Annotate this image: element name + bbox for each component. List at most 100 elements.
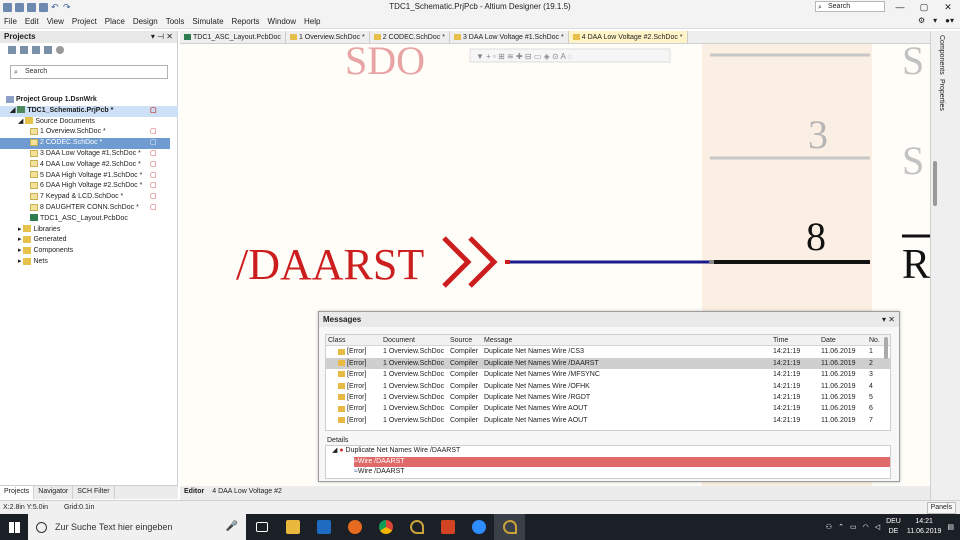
panels-button[interactable]: Panels	[926, 502, 956, 514]
clock[interactable]: 14:21 11.06.2019	[907, 517, 942, 537]
menu-place[interactable]: Place	[105, 17, 125, 26]
project-options-icon[interactable]	[44, 46, 52, 54]
taskbar-altium[interactable]	[401, 514, 432, 540]
tree-item-doc-3[interactable]: 3 DAA Low Voltage #1.SchDoc * ▢	[0, 149, 178, 160]
tree-item-generated[interactable]: ▸ Generated	[0, 235, 178, 246]
tree-item-doc-2[interactable]: 2 CODEC.SchDoc * ▢	[0, 138, 170, 149]
panel-controls[interactable]: ▾ ⊣ ✕	[151, 31, 173, 43]
user-icon[interactable]: ●▾	[945, 16, 954, 25]
taskbar-firefox[interactable]	[339, 514, 370, 540]
col-time[interactable]: Time	[773, 335, 821, 345]
doc-tab-codec[interactable]: 2 CODEC.SchDoc *	[370, 31, 450, 43]
tree-item-source-documents[interactable]: ◢ Source Documents	[0, 117, 178, 128]
open-icon[interactable]	[27, 2, 36, 12]
table-row[interactable]: [Error] 1 Overview.SchDoc Compiler Duplicat…	[326, 392, 890, 403]
taskbar-zoom[interactable]	[463, 514, 494, 540]
save-icon[interactable]	[3, 2, 12, 12]
taskbar-search-input[interactable]: Zur Suche Text hier eingeben 🎤	[28, 514, 246, 540]
language-indicator[interactable]: DEU DE	[886, 517, 901, 537]
save-all-icon[interactable]	[15, 2, 24, 12]
table-row[interactable]: [Error] 1 Overview.SchDoc Compiler Duplicat…	[326, 403, 890, 414]
menu-project[interactable]: Project	[72, 17, 97, 26]
menu-file[interactable]: File	[4, 17, 17, 26]
taskbar-altium-active[interactable]	[494, 514, 525, 540]
tree-item-doc-5[interactable]: 5 DAA High Voltage #1.SchDoc * ▢	[0, 171, 178, 182]
compile-icon[interactable]	[20, 46, 28, 54]
col-message[interactable]: Message	[484, 335, 773, 345]
maximize-button[interactable]: ▢	[912, 0, 936, 14]
tree-item-libraries[interactable]: ▸ Libraries	[0, 225, 178, 236]
menu-view[interactable]: View	[47, 17, 64, 26]
taskbar-chrome[interactable]	[370, 514, 401, 540]
print-icon[interactable]	[39, 2, 48, 12]
wifi-icon[interactable]: ◠	[863, 523, 869, 531]
menu-design[interactable]: Design	[133, 17, 158, 26]
taskbar-powerpoint[interactable]	[432, 514, 463, 540]
tray-chevron-icon[interactable]: ⌃	[838, 523, 844, 531]
details-header[interactable]: ◢ ● Duplicate Net Names Wire /DAARST	[326, 446, 890, 457]
table-row[interactable]: [Error] 1 Overview.SchDoc Compiler Duplicat…	[326, 369, 890, 380]
tab-editor[interactable]: Editor	[180, 486, 208, 500]
tree-item-doc-7[interactable]: 7 Keypad & LCD.SchDoc * ▢	[0, 192, 178, 203]
tree-item-components[interactable]: ▸ Components	[0, 246, 178, 257]
tab-navigator[interactable]: Navigator	[34, 486, 74, 499]
tab-sch-filter[interactable]: SCH Filter	[73, 486, 115, 499]
table-row[interactable]: [Error] 1 Overview.SchDoc Compiler Duplicat…	[326, 357, 890, 370]
bell-icon[interactable]: ▾	[933, 16, 937, 25]
taskbar-explorer[interactable]	[277, 514, 308, 540]
details-item-selected[interactable]: ≈Wire /DAARST	[354, 456, 890, 467]
undo-icon[interactable]: ↶	[51, 2, 60, 12]
tab-projects[interactable]: Projects	[0, 486, 35, 499]
tab-properties-panel[interactable]: Properties	[938, 79, 945, 111]
details-item[interactable]: ≈Wire /DAARST	[354, 467, 890, 478]
taskbar-outlook[interactable]	[308, 514, 339, 540]
menu-edit[interactable]: Edit	[25, 17, 39, 26]
notification-icon[interactable]: ▤	[947, 523, 954, 531]
task-view-button[interactable]	[246, 514, 277, 540]
col-date[interactable]: Date	[821, 335, 869, 345]
menu-tools[interactable]: Tools	[166, 17, 185, 26]
gear-icon[interactable]: ⚙	[918, 16, 925, 25]
doc-tab-overview[interactable]: 1 Overview.SchDoc *	[286, 31, 370, 43]
doc-tab-daa-lv-2[interactable]: 4 DAA Low Voltage #2.SchDoc *	[568, 31, 688, 43]
toolbar-icons[interactable]: ▼ + ▫ ⊞ ≋ ✚ ⊟ ▭ ◈ ⊙ A ◌	[476, 52, 573, 61]
tab-current-doc[interactable]: 4 DAA Low Voltage #2	[208, 486, 286, 500]
tree-item-doc-4[interactable]: 4 DAA Low Voltage #2.SchDoc * ▢	[0, 160, 178, 171]
volume-icon[interactable]: ◁	[875, 523, 880, 531]
close-button[interactable]: ✕	[936, 0, 960, 14]
start-button[interactable]	[0, 514, 28, 540]
add-doc-icon[interactable]	[32, 46, 40, 54]
tree-item-doc-1[interactable]: 1 Overview.SchDoc * ▢	[0, 127, 178, 138]
network-icon[interactable]: ▭	[850, 523, 857, 531]
messages-scrollbar[interactable]	[884, 337, 888, 359]
save-project-icon[interactable]	[8, 46, 16, 54]
projects-search-input[interactable]: ⌕ Search	[10, 65, 168, 79]
panel-controls[interactable]: ▾ ✕	[882, 312, 895, 327]
minimize-button[interactable]: —	[888, 0, 912, 14]
table-row[interactable]: [Error] 1 Overview.SchDoc Compiler Duplicat…	[326, 381, 890, 392]
global-search-input[interactable]: ⌕ Search	[815, 1, 885, 12]
doc-tab-daa-lv-1[interactable]: 3 DAA Low Voltage #1.SchDoc *	[450, 31, 569, 43]
col-source[interactable]: Source	[450, 335, 484, 345]
menu-help[interactable]: Help	[304, 17, 320, 26]
col-document[interactable]: Document	[383, 335, 450, 345]
tree-item-doc-8[interactable]: 8 DAUGHTER CONN.SchDoc * ▢	[0, 203, 178, 214]
table-row[interactable]: [Error] 1 Overview.SchDoc Compiler Duplicat…	[326, 415, 890, 426]
tab-components-panel[interactable]: Components	[938, 35, 945, 75]
canvas-vscroll[interactable]	[933, 161, 937, 206]
net-label-daarst[interactable]: /DAARST	[236, 240, 424, 289]
people-icon[interactable]: ⚇	[826, 523, 832, 531]
redo-icon[interactable]: ↷	[63, 2, 72, 12]
microphone-icon[interactable]: 🎤	[226, 521, 238, 532]
tree-item-nets[interactable]: ▸ Nets	[0, 257, 178, 268]
tree-item-project[interactable]: ◢ TDC1_Schematic.PrjPcb * ▢	[0, 105, 178, 117]
menu-reports[interactable]: Reports	[232, 17, 260, 26]
tree-item-pcb[interactable]: TDC1_ASC_Layout.PcbDoc	[0, 214, 178, 225]
doc-tab-pcb-layout[interactable]: TDC1_ASC_Layout.PcbDoc	[180, 31, 286, 43]
menu-simulate[interactable]: Simulate	[192, 17, 223, 26]
col-class[interactable]: Class	[326, 335, 383, 345]
tree-item-doc-6[interactable]: 6 DAA High Voltage #2.SchDoc * ▢	[0, 181, 178, 192]
table-row[interactable]: [Error] 1 Overview.SchDoc Compiler Duplicat…	[326, 346, 890, 357]
menu-window[interactable]: Window	[268, 17, 296, 26]
tree-item-project-group[interactable]: Project Group 1.DsnWrk	[0, 95, 178, 106]
